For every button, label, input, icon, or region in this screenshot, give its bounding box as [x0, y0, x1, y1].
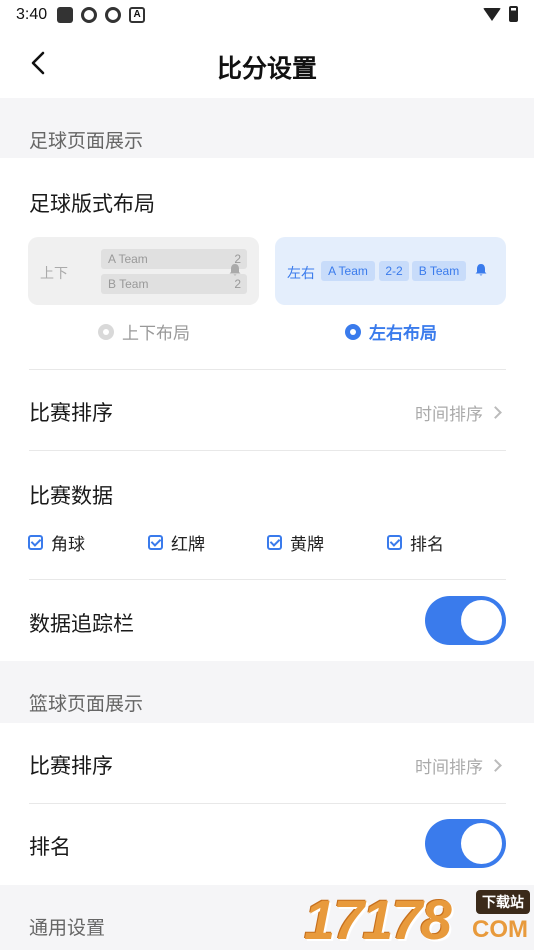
radio-unchecked-icon — [98, 323, 114, 340]
status-bar: 3:40 A — [0, 0, 534, 30]
team-a-chip: A Team — [321, 261, 375, 281]
status-time: 3:40 — [16, 6, 48, 23]
match-data-label: 比赛数据 — [29, 484, 113, 508]
sort-value-text: 时间排序 — [415, 405, 483, 425]
notification-icon — [57, 7, 74, 23]
chevron-right-icon — [489, 406, 502, 419]
team-a-name: A Team — [108, 252, 148, 266]
radio-label: 上下布局 — [122, 324, 190, 344]
checkbox-checked-icon — [387, 535, 402, 550]
checkbox-yellow-card[interactable]: 黄牌 — [267, 530, 324, 555]
checkbox-checked-icon — [28, 535, 43, 550]
basketball-sort-label: 比赛排序 — [29, 754, 113, 778]
section-header-football: 足球页面展示 — [0, 98, 534, 158]
page-title: 比分设置 — [216, 54, 317, 83]
checkbox-checked-icon — [148, 535, 163, 550]
layout-title: 足球版式布局 — [29, 192, 155, 216]
radio-top-bottom[interactable]: 上下布局 — [98, 319, 190, 344]
keyboard-icon: A — [129, 7, 146, 23]
sync-icon — [81, 7, 98, 23]
football-sort-label: 比赛排序 — [29, 401, 113, 425]
checkbox-label: 黄牌 — [290, 535, 324, 555]
watermark-logo: 17178 下载站 COM — [304, 888, 534, 950]
checkbox-red-card[interactable]: 红牌 — [148, 530, 205, 555]
chevron-right-icon — [489, 759, 502, 772]
team-b-name: B Team — [108, 277, 149, 291]
rank-label: 排名 — [29, 835, 71, 859]
divider — [29, 369, 506, 370]
team-a-row: A Team 2 — [101, 249, 247, 269]
card-side-label: 左右 — [287, 266, 315, 282]
checkbox-checked-icon — [267, 535, 282, 550]
divider — [29, 803, 506, 804]
team-b-score: 2 — [234, 277, 241, 291]
radio-left-right[interactable]: 左右布局 — [345, 319, 437, 344]
tracker-label: 数据追踪栏 — [29, 612, 134, 636]
divider — [29, 579, 506, 580]
section-label: 足球页面展示 — [29, 130, 144, 152]
wifi-icon — [483, 7, 501, 21]
checkbox-corner[interactable]: 角球 — [28, 530, 85, 555]
toggle-knob — [461, 823, 502, 864]
bell-icon — [475, 264, 487, 276]
basketball-sort-value[interactable]: 时间排序 — [415, 753, 502, 778]
checkbox-rank[interactable]: 排名 — [387, 530, 444, 555]
radio-label: 左右布局 — [369, 324, 437, 344]
section-label: 通用设置 — [29, 917, 106, 939]
watermark-domain: COM — [472, 916, 528, 943]
score-chip: 2-2 — [379, 261, 409, 281]
sync-icon-2 — [105, 7, 122, 23]
layout-card-left-right[interactable]: 左右 A Team 2-2 B Team — [275, 237, 506, 305]
card-side-label: 上下 — [40, 266, 68, 282]
checkbox-label: 红牌 — [171, 535, 205, 555]
checkbox-label: 排名 — [410, 535, 444, 555]
divider — [29, 450, 506, 451]
rank-toggle[interactable] — [425, 819, 506, 868]
team-b-chip: B Team — [412, 261, 466, 281]
tracker-toggle[interactable] — [425, 596, 506, 645]
section-header-basketball: 篮球页面展示 — [0, 661, 534, 723]
team-b-row: B Team 2 — [101, 274, 247, 294]
toggle-knob — [461, 600, 502, 641]
section-label: 篮球页面展示 — [29, 693, 144, 715]
battery-icon — [509, 6, 518, 22]
watermark-tag: 下载站 — [476, 890, 530, 914]
watermark-number: 17178 — [304, 888, 452, 950]
football-sort-value[interactable]: 时间排序 — [415, 400, 502, 425]
bell-icon — [229, 264, 241, 276]
layout-card-top-bottom[interactable]: 上下 A Team 2 B Team 2 — [28, 237, 259, 305]
checkbox-label: 角球 — [51, 535, 85, 555]
app-header: 比分设置 — [0, 30, 534, 98]
sort-value-text: 时间排序 — [415, 758, 483, 778]
radio-checked-icon — [345, 323, 361, 340]
